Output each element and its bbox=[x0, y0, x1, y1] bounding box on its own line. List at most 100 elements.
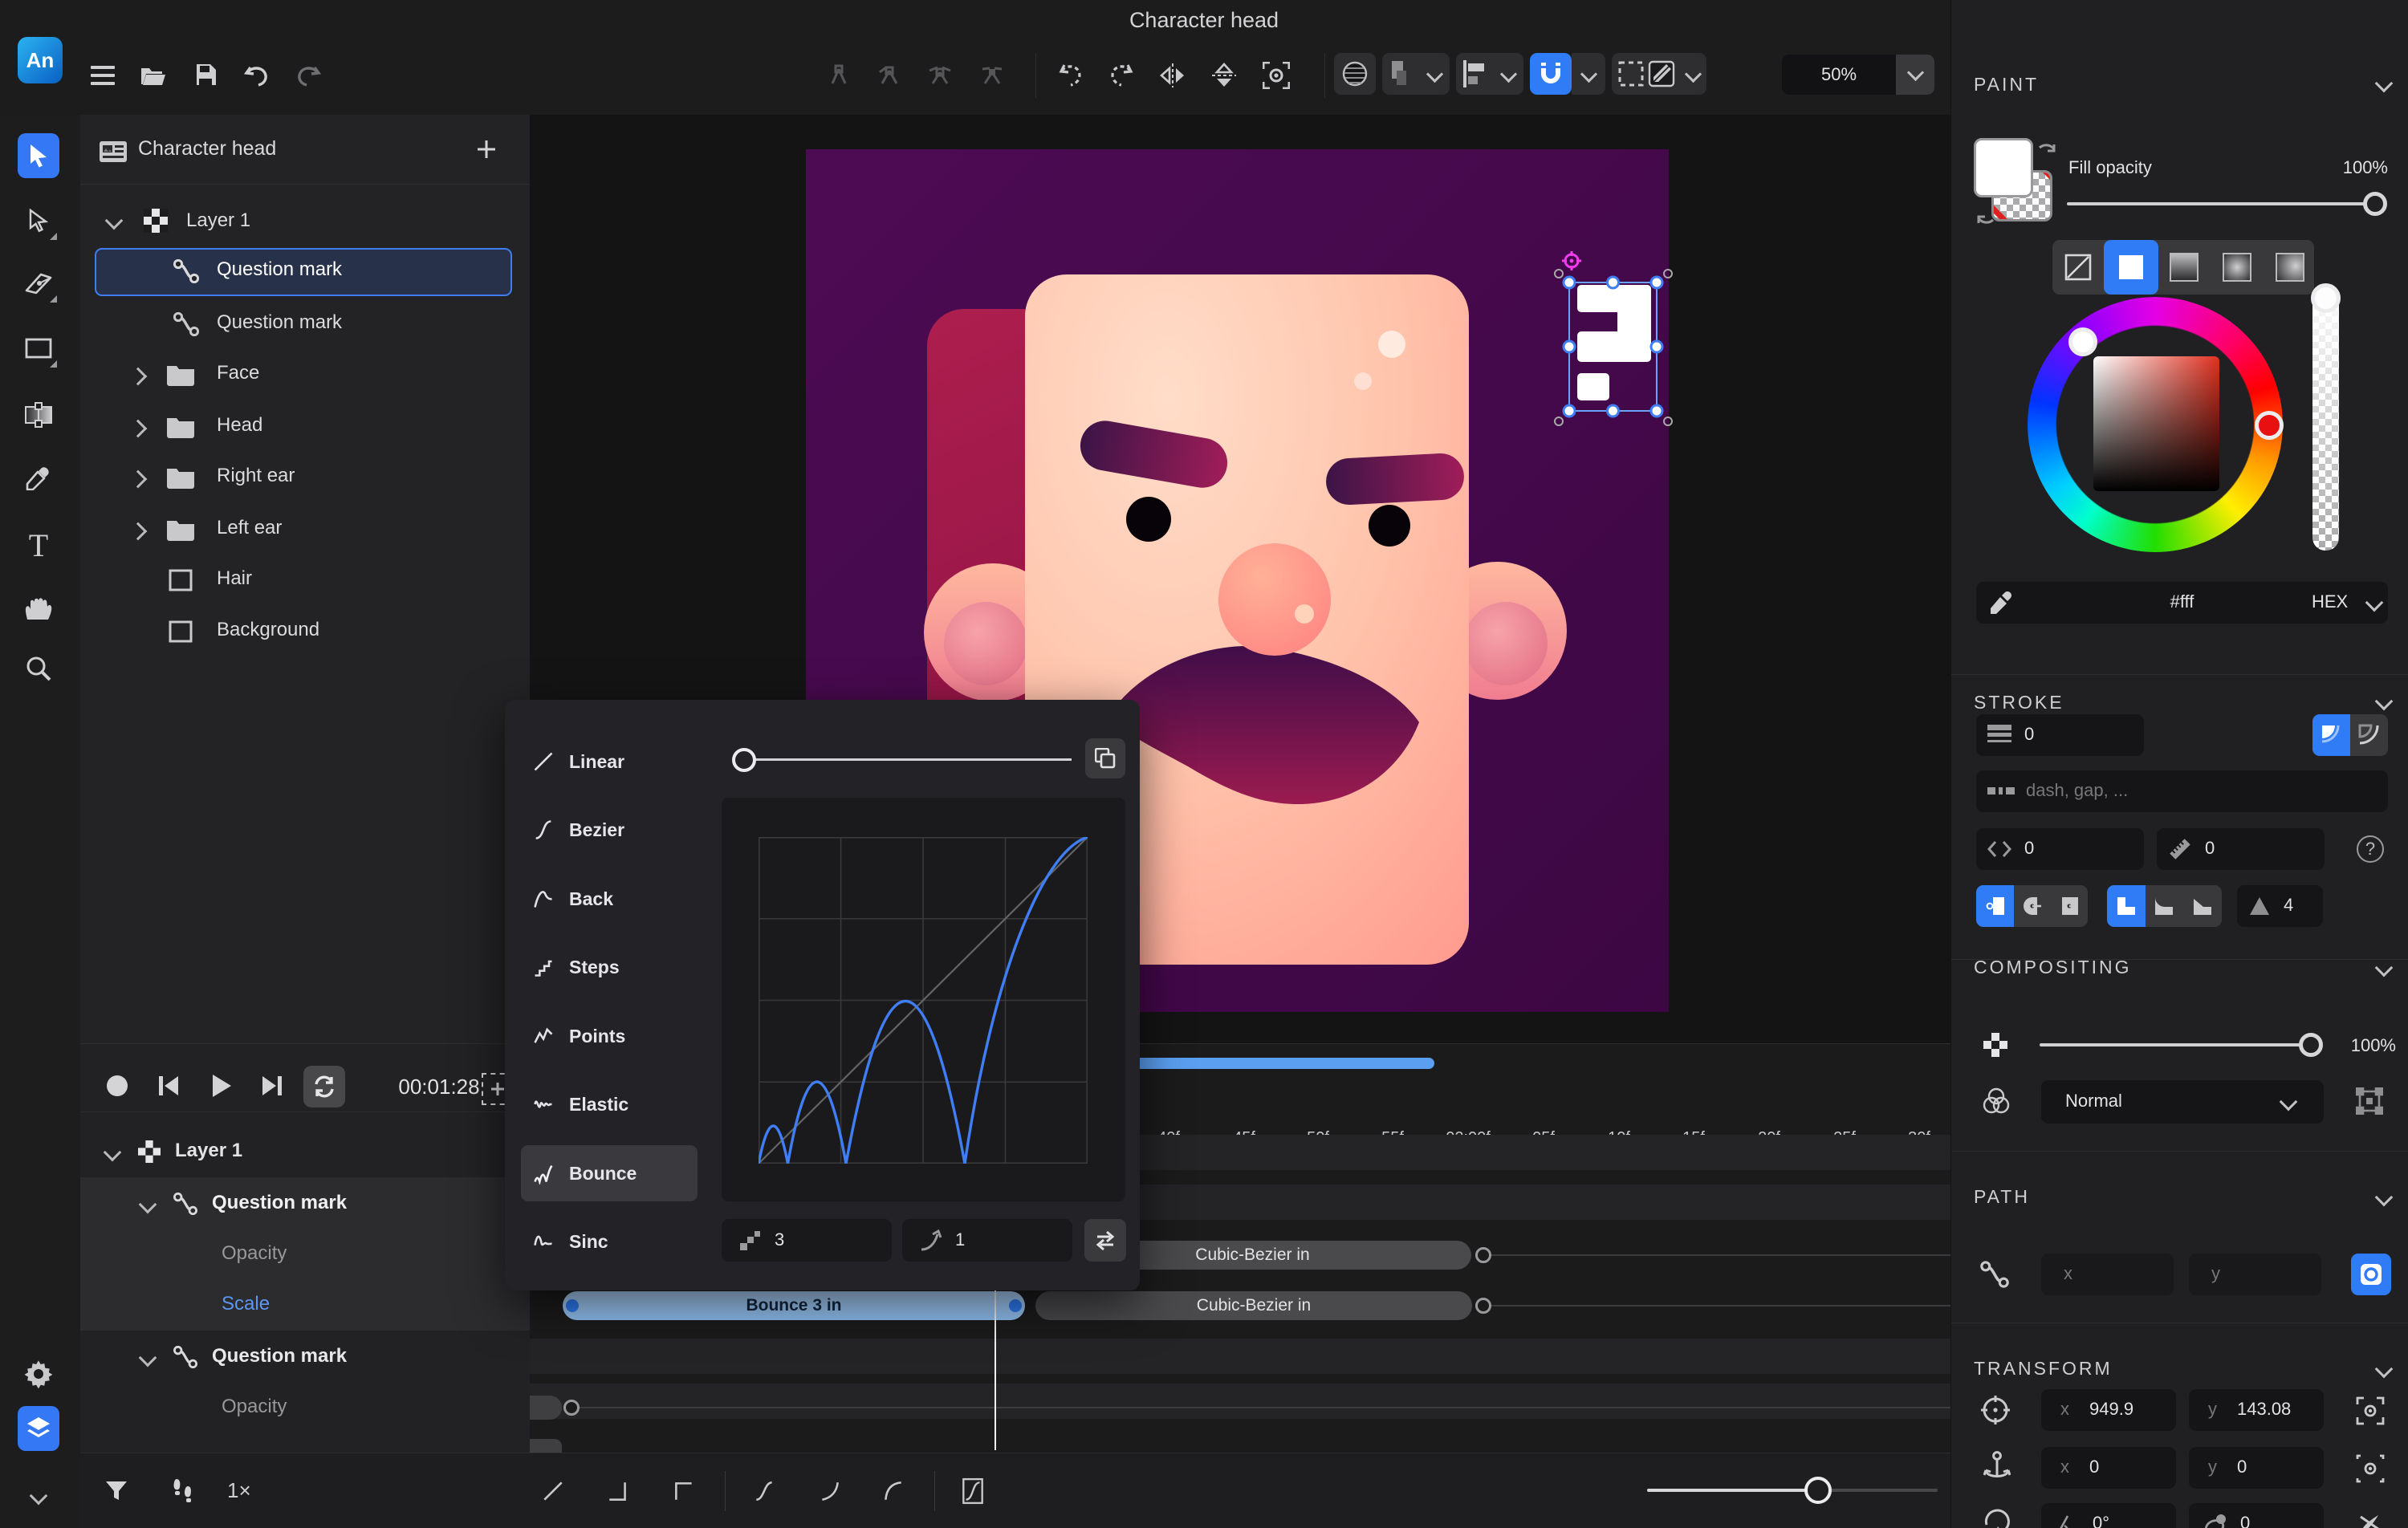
keyframe-clip-cubic-bezier[interactable]: Cubic-Bezier in bbox=[1035, 1291, 1472, 1320]
selected-object[interactable] bbox=[1549, 251, 1678, 436]
record-button[interactable] bbox=[100, 1068, 135, 1103]
save-icon[interactable] bbox=[187, 57, 224, 94]
magnet-button[interactable] bbox=[1530, 53, 1572, 95]
layer-opacity-slider[interactable] bbox=[2040, 1043, 2321, 1046]
matte-icon[interactable] bbox=[2356, 1087, 2383, 1115]
text-tool[interactable]: T bbox=[18, 522, 59, 567]
play-button[interactable] bbox=[204, 1068, 239, 1103]
path-edit-button[interactable] bbox=[2351, 1254, 2391, 1295]
redo-icon[interactable] bbox=[291, 57, 327, 94]
saturation-value-square[interactable] bbox=[2093, 356, 2219, 491]
settings-gear-icon[interactable] bbox=[18, 1351, 59, 1396]
layer-row[interactable]: Right ear bbox=[80, 452, 530, 503]
fill-opacity-slider[interactable] bbox=[2067, 202, 2386, 205]
tab-composition[interactable]: Character head bbox=[138, 137, 276, 161]
cap-butt-button[interactable] bbox=[1976, 885, 2014, 927]
chevron-down-icon[interactable] bbox=[2375, 959, 2394, 977]
easing-option-bezier[interactable]: Bezier bbox=[521, 802, 698, 858]
flip-horizontal-icon[interactable] bbox=[1154, 57, 1191, 94]
inherit-rotation-icon[interactable] bbox=[2357, 1509, 2385, 1528]
keyframe-dot[interactable] bbox=[1009, 1299, 1022, 1312]
join-miter-button[interactable] bbox=[2107, 885, 2146, 927]
go-to-start-button[interactable] bbox=[151, 1068, 186, 1103]
preset-linear-icon[interactable] bbox=[535, 1473, 571, 1509]
preset-ease-in-icon[interactable] bbox=[812, 1473, 848, 1509]
add-tab-button[interactable] bbox=[470, 133, 502, 165]
chevron-down-icon[interactable] bbox=[139, 1196, 157, 1214]
dash-input[interactable]: dash, gap, ... bbox=[1976, 770, 2388, 812]
power-input[interactable]: 1 bbox=[902, 1219, 1072, 1262]
chevron-down-icon[interactable] bbox=[2375, 75, 2394, 93]
layer-row[interactable]: Left ear bbox=[80, 504, 530, 555]
anchor-y-input[interactable]: y 0 bbox=[2189, 1447, 2324, 1489]
eyedropper-tool[interactable] bbox=[18, 455, 59, 500]
slider-handle[interactable] bbox=[1804, 1477, 1832, 1504]
chevron-down-icon[interactable] bbox=[139, 1349, 157, 1367]
rotation-input[interactable]: 0° bbox=[2041, 1503, 2176, 1528]
easing-option-sinc[interactable]: Sinc bbox=[521, 1213, 698, 1270]
shape-tool[interactable] bbox=[18, 326, 59, 371]
flip-easing-button[interactable] bbox=[1084, 1219, 1126, 1262]
stroke-width-input[interactable]: 0 bbox=[1976, 714, 2144, 756]
layer-row[interactable]: Background bbox=[80, 606, 530, 657]
position-x-input[interactable]: x 949.9 bbox=[2041, 1389, 2176, 1431]
menu-button[interactable] bbox=[84, 57, 121, 94]
filter-icon[interactable] bbox=[99, 1473, 134, 1509]
orbit-input[interactable]: 0 bbox=[2189, 1503, 2324, 1528]
go-to-end-button[interactable] bbox=[254, 1068, 290, 1103]
join-round-button[interactable] bbox=[2145, 885, 2183, 927]
easing-option-linear[interactable]: Linear bbox=[521, 734, 698, 790]
zoom-dropdown-button[interactable] bbox=[1896, 55, 1934, 95]
section-title-compositing[interactable]: COMPOSITING bbox=[1974, 957, 2132, 978]
playback-speed[interactable]: 1× bbox=[227, 1478, 251, 1503]
easing-option-elastic[interactable]: Elastic bbox=[521, 1076, 698, 1132]
layer-row[interactable]: Hair bbox=[80, 555, 530, 606]
rotate-ccw-icon[interactable] bbox=[1051, 57, 1088, 94]
chevron-down-icon[interactable] bbox=[2375, 1360, 2394, 1379]
playhead[interactable] bbox=[995, 1290, 996, 1450]
chevron-right-icon[interactable] bbox=[129, 470, 148, 489]
fill-rule-button[interactable] bbox=[1382, 53, 1450, 95]
chevron-right-icon[interactable] bbox=[129, 368, 148, 386]
fill-swatch[interactable] bbox=[1974, 138, 2033, 197]
slider-handle[interactable] bbox=[732, 748, 756, 772]
timeline-layer-row[interactable]: Question mark bbox=[80, 1177, 530, 1229]
select-tool[interactable] bbox=[18, 133, 59, 178]
layer-row-selected[interactable]: Question mark bbox=[95, 248, 512, 296]
paint-none-button[interactable] bbox=[2062, 251, 2094, 283]
layer-row[interactable]: Head bbox=[80, 401, 530, 453]
swap-fill-stroke-icon[interactable] bbox=[1974, 204, 1998, 228]
fill-stroke-swatch[interactable] bbox=[1974, 138, 2062, 228]
paint-solid-button[interactable] bbox=[2104, 240, 2158, 295]
align-button[interactable] bbox=[1456, 53, 1523, 95]
frame-focus-icon[interactable] bbox=[1258, 57, 1295, 94]
dash-offset-input[interactable]: 0 bbox=[1976, 828, 2144, 870]
layer-row[interactable]: Face bbox=[80, 349, 530, 400]
keyframe-handle[interactable] bbox=[1475, 1247, 1491, 1263]
easing-option-points[interactable]: Points bbox=[521, 1008, 698, 1064]
chevron-down-icon[interactable] bbox=[104, 1144, 122, 1162]
handle-tool-icon[interactable] bbox=[921, 57, 958, 94]
chevron-right-icon[interactable] bbox=[129, 522, 148, 541]
magnet-options-button[interactable] bbox=[1572, 53, 1605, 95]
keyframe-dot[interactable] bbox=[566, 1299, 579, 1312]
section-title-stroke[interactable]: STROKE bbox=[1974, 692, 2064, 713]
fill-opacity-value[interactable]: 100% bbox=[2321, 157, 2388, 178]
gradient-tool[interactable] bbox=[18, 392, 59, 437]
corner-tool-icon[interactable] bbox=[974, 57, 1011, 94]
direct-select-tool[interactable] bbox=[18, 198, 59, 243]
anchor-tool-icon[interactable] bbox=[820, 57, 857, 94]
alpha-slider[interactable] bbox=[2312, 284, 2339, 551]
cap-square-button[interactable] bbox=[2050, 885, 2088, 927]
chevron-right-icon[interactable] bbox=[129, 420, 148, 438]
marquee-slice-button[interactable] bbox=[1612, 53, 1706, 95]
zoom-tool[interactable] bbox=[18, 646, 59, 691]
open-file-icon[interactable] bbox=[135, 57, 172, 94]
easing-option-bounce[interactable]: Bounce bbox=[521, 1145, 698, 1201]
chevron-down-icon[interactable] bbox=[2375, 1189, 2394, 1207]
slider-handle[interactable] bbox=[2299, 1033, 2323, 1057]
section-title-transform[interactable]: TRANSFORM bbox=[1974, 1358, 2113, 1380]
easing-option-back[interactable]: Back bbox=[521, 871, 698, 927]
copy-easing-button[interactable] bbox=[1085, 738, 1125, 778]
section-title-paint[interactable]: PAINT bbox=[1974, 74, 2039, 96]
